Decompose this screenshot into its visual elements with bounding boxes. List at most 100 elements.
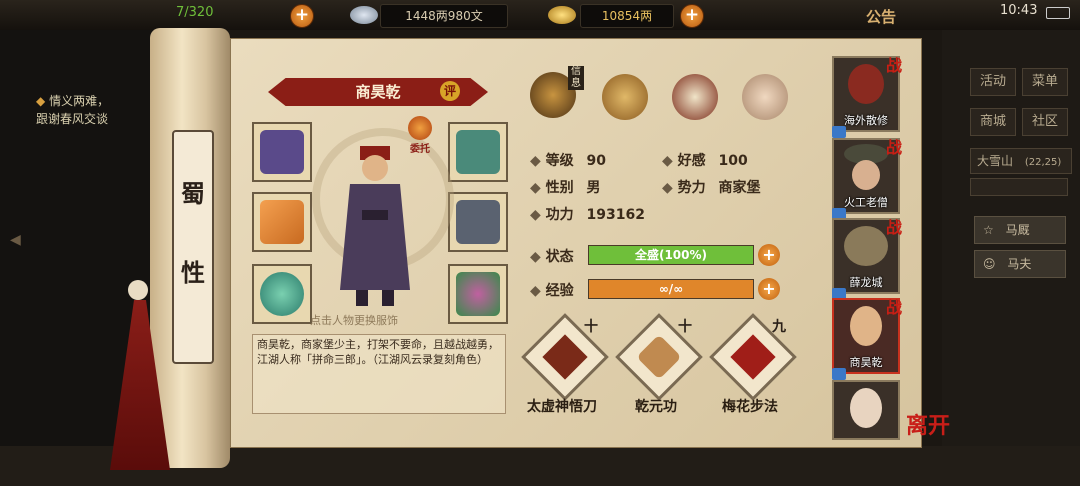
state-label: 状态	[545, 249, 574, 265]
stable-label: 马厩	[1005, 223, 1030, 237]
exp-row-label: ◆ 经验	[530, 280, 574, 300]
add-stamina-button[interactable]: +	[290, 4, 314, 28]
favor-value: 100	[718, 153, 748, 169]
clock: 10:43	[1000, 3, 1038, 18]
level-row: ◆ 等级 90	[530, 150, 606, 170]
diamond-icon: ◆	[530, 180, 541, 196]
add-state-button[interactable]: +	[758, 244, 780, 266]
character-portrait[interactable]	[330, 140, 420, 310]
change-outfit-hint: 点击人物更换服饰	[310, 314, 398, 327]
quest-tracker[interactable]: ◆ 情义两难， 跟谢春风交谈	[36, 92, 109, 128]
silver-icon	[350, 6, 378, 24]
hat-icon	[260, 130, 304, 174]
gender-label: 性别	[545, 180, 574, 196]
power-label: 功力	[545, 207, 574, 223]
activity-button[interactable]: 活动	[970, 68, 1016, 96]
battle-badge: 战	[885, 298, 902, 317]
rate-button[interactable]: 评	[440, 81, 460, 101]
gender-row: ◆ 性别 男	[530, 177, 601, 197]
party-member-2[interactable]: 火工老僧 战	[832, 138, 902, 220]
swordsman-avatar	[850, 388, 882, 428]
status-partial-value: 7/320	[176, 5, 214, 20]
scroll-title-char-2: 性	[181, 258, 205, 287]
community-button[interactable]: 社区	[1022, 108, 1068, 136]
diamond-icon: ◆	[530, 283, 541, 299]
straw-hat-avatar	[844, 226, 888, 266]
exp-bar: ∞/∞	[588, 279, 754, 299]
party-member-5[interactable]	[832, 380, 900, 440]
equip-slot-ring[interactable]	[252, 264, 312, 324]
armor-icon	[456, 200, 500, 244]
skill-mark-3: 九	[772, 319, 786, 335]
power-row: ◆ 功力 193162	[530, 204, 645, 224]
state-bar-track: 全盛(100%)	[588, 245, 754, 265]
notice-button[interactable]: 公告	[866, 6, 896, 27]
location-coords: (22,25)	[1024, 157, 1062, 168]
scroll-title-char-1: 蜀	[181, 179, 205, 208]
favor-label: 好感	[677, 153, 706, 169]
ring-icon	[260, 272, 304, 316]
tassel-bead	[128, 280, 148, 300]
tab-bagua-icon[interactable]	[672, 74, 718, 120]
add-exp-button[interactable]: +	[758, 278, 780, 300]
state-value: 全盛(100%)	[634, 248, 708, 262]
state-bar: 全盛(100%)	[588, 245, 754, 265]
state-row-label: ◆ 状态	[530, 246, 574, 266]
tab-meridian-icon[interactable]	[742, 74, 788, 120]
scroll-title-label: 蜀 性	[172, 130, 214, 364]
quest-title: 情义两难，	[49, 94, 110, 108]
diamond-icon: ◆	[530, 207, 541, 223]
faction-row: ◆ 势力 商家堡	[662, 177, 761, 197]
skill-name-3: 梅花步法	[722, 399, 778, 415]
tab-manual-icon[interactable]	[602, 74, 648, 120]
diamond-icon: ◆	[662, 180, 673, 196]
sword-icon	[260, 200, 304, 244]
swirl-icon	[408, 116, 432, 140]
equip-slot-weapon[interactable]	[252, 192, 312, 252]
character-avatar	[850, 306, 882, 346]
shop-button[interactable]: 商城	[970, 108, 1016, 136]
location-display[interactable]: 大雪山 (22,25)	[970, 148, 1072, 174]
scroll-icon	[636, 334, 682, 380]
level-value: 90	[586, 153, 607, 169]
groom-button[interactable]: ☺ 马夫	[974, 250, 1066, 278]
exp-value: ∞/∞	[658, 282, 684, 296]
book-icon	[730, 334, 776, 380]
star-icon: ☆	[983, 223, 994, 237]
quest-detail: 跟谢春风交谈	[36, 112, 109, 126]
level-label: 等级	[545, 153, 574, 169]
diamond-icon: ◆	[530, 153, 541, 169]
menu-button[interactable]: 菜单	[1022, 68, 1068, 96]
mask-avatar	[848, 64, 884, 104]
party-member-1[interactable]: 海外散修 战	[832, 56, 902, 138]
jade-pendant-icon	[456, 272, 500, 316]
faction-label: 势力	[677, 180, 706, 196]
equip-slot-hat[interactable]	[252, 122, 312, 182]
member-tag-icon	[832, 126, 846, 138]
party-member-3[interactable]: 薛龙城 战	[832, 218, 902, 300]
delegate-button[interactable]: 委托	[404, 116, 436, 156]
battle-badge: 战	[885, 56, 902, 75]
add-ingot-button[interactable]: +	[680, 4, 704, 28]
expand-left-icon[interactable]: ◀	[10, 232, 21, 248]
tab-info-label: 信息	[568, 66, 584, 90]
equip-slot-armor[interactable]	[448, 192, 508, 252]
member-tag-icon	[832, 368, 846, 380]
collapse-tab[interactable]	[970, 178, 1068, 196]
book-icon	[542, 334, 588, 380]
equip-slot-cape[interactable]	[448, 122, 508, 182]
diamond-icon: ◆	[530, 249, 541, 265]
stable-button[interactable]: ☆ 马厩	[974, 216, 1066, 244]
ingot-display: 10854两	[580, 4, 674, 28]
monk-face	[852, 160, 880, 190]
delegate-label: 委托	[410, 144, 430, 155]
money-display: 1448两980文	[380, 4, 508, 28]
skill-name-1: 太虚神悟刀	[527, 399, 597, 415]
equip-slot-accessory[interactable]	[448, 264, 508, 324]
party-member-4-selected[interactable]: 商昊乾 战	[832, 298, 902, 380]
power-value: 193162	[586, 207, 645, 223]
battle-badge: 战	[885, 138, 902, 157]
leave-button[interactable]: 离开	[906, 408, 950, 440]
ingot-icon	[548, 6, 576, 24]
skill-name-2: 乾元功	[635, 399, 677, 415]
